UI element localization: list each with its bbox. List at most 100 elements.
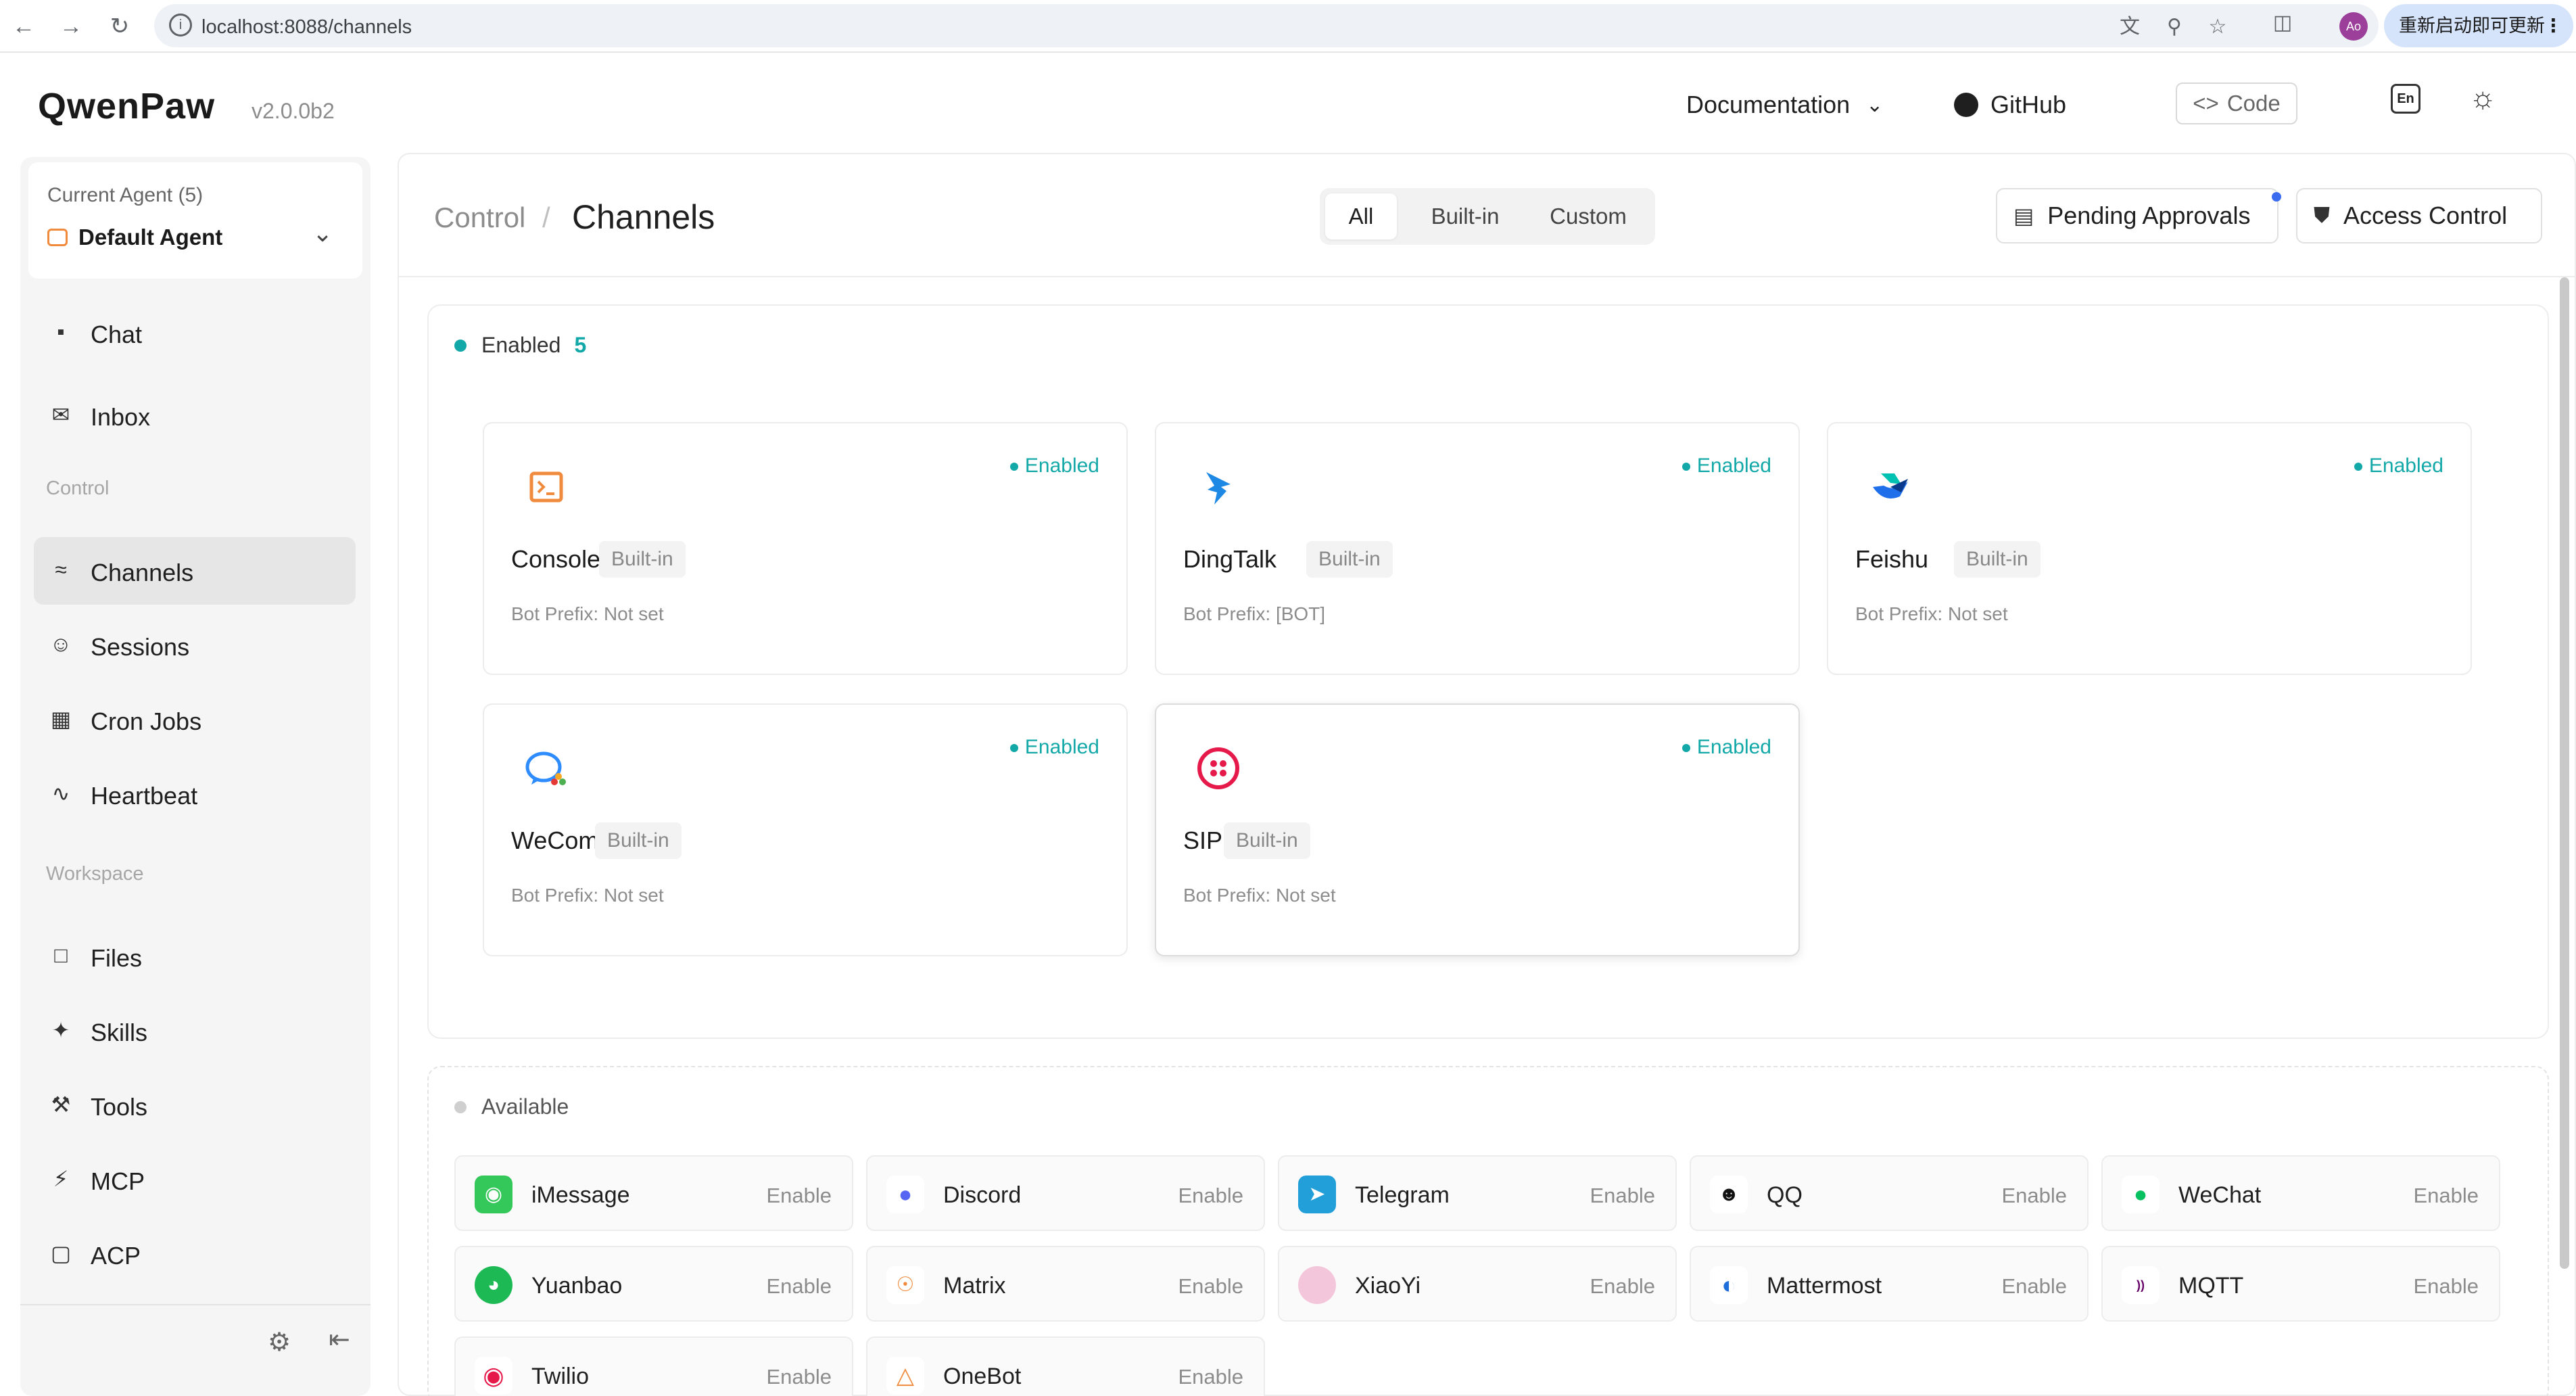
channel-name: iMessage: [531, 1182, 630, 1208]
breadcrumb-parent[interactable]: Control: [434, 202, 525, 234]
available-channel-xiaoyi[interactable]: XiaoYi Enable: [1278, 1246, 1677, 1322]
app-logo[interactable]: QwenPaw: [38, 85, 215, 127]
shield-icon: ⛊: [2314, 203, 2331, 227]
translate-icon[interactable]: 文: [2115, 12, 2145, 42]
folder-icon: □: [54, 943, 68, 967]
enable-button[interactable]: Enable: [766, 1184, 832, 1208]
bot-prefix: Bot Prefix: Not set: [511, 885, 664, 906]
enable-button[interactable]: Enable: [1590, 1184, 1655, 1208]
available-channel-matrix[interactable]: ☉ Matrix Enable: [866, 1246, 1265, 1322]
sidebar: Current Agent (5) Default Agent ⌄ ▪ Chat…: [20, 157, 371, 1396]
robot-icon: [47, 229, 68, 246]
available-channel-telegram[interactable]: ➤ Telegram Enable: [1278, 1155, 1677, 1231]
enable-button[interactable]: Enable: [766, 1274, 832, 1299]
channel-type-tag: Built-in: [595, 822, 682, 859]
profile-avatar[interactable]: Ao: [2339, 12, 2368, 41]
access-control-button[interactable]: ⛊ Access Control: [2296, 188, 2542, 243]
code-label: Code: [2226, 91, 2281, 116]
sidebar-item-sessions[interactable]: ☺ Sessions: [34, 611, 356, 679]
zoom-icon[interactable]: ⚲: [2160, 12, 2189, 42]
github-link[interactable]: GitHub: [1954, 91, 2066, 119]
sidebar-item-label: MCP: [91, 1167, 145, 1195]
main-content: Control / Channels All Built-in Custom ▤…: [398, 153, 2576, 1396]
channel-name: Telegram: [1355, 1182, 1450, 1208]
version-label: v2.0.0b2: [252, 99, 335, 123]
channel-card-dingtalk[interactable]: Enabled DingTalk Built-in Bot Prefix: [B…: [1155, 422, 1800, 675]
available-channel-mattermost[interactable]: ◐ Mattermost Enable: [1690, 1246, 2089, 1322]
sidebar-item-files[interactable]: □ Files: [34, 923, 356, 990]
mqtt-icon: )): [2122, 1266, 2160, 1304]
enable-button[interactable]: Enable: [2413, 1184, 2479, 1208]
available-channel-onebot[interactable]: △ OneBot Enable: [866, 1336, 1265, 1396]
scrollbar[interactable]: [2560, 277, 2569, 1269]
enable-button[interactable]: Enable: [2001, 1184, 2067, 1208]
enable-button[interactable]: Enable: [1178, 1365, 1243, 1389]
available-channel-imessage[interactable]: ◉ iMessage Enable: [454, 1155, 853, 1231]
available-label: Available: [481, 1094, 569, 1119]
enable-button[interactable]: Enable: [766, 1365, 832, 1389]
collapse-sidebar-icon[interactable]: ⇤: [329, 1324, 350, 1355]
enable-button[interactable]: Enable: [1178, 1184, 1243, 1208]
access-control-label: Access Control: [2343, 202, 2508, 229]
pulse-icon: ∿: [51, 781, 70, 806]
bookmark-star-icon[interactable]: ☆: [2203, 12, 2233, 42]
users-icon: ☺: [49, 632, 72, 656]
language-toggle[interactable]: En: [2391, 84, 2420, 114]
channel-card-wecom[interactable]: Enabled WeCom Built-in Bot Prefix: Not s…: [483, 703, 1128, 956]
documentation-menu[interactable]: Documentation ⌄: [1686, 91, 1883, 119]
sidebar-divider: [20, 1304, 371, 1305]
available-channel-qq[interactable]: ☻ QQ Enable: [1690, 1155, 2089, 1231]
extensions-icon[interactable]: ◫: [2268, 8, 2297, 38]
channel-name: XiaoYi: [1355, 1273, 1421, 1299]
sidebar-item-heartbeat[interactable]: ∿ Heartbeat: [34, 760, 356, 828]
channel-name: SIP: [1183, 827, 1223, 854]
sidebar-item-tools[interactable]: ⚒ Tools: [34, 1071, 356, 1139]
dingtalk-icon: [1206, 472, 1231, 505]
chevron-down-icon: ⌄: [312, 219, 333, 247]
enabled-heading: Enabled 5: [454, 333, 586, 358]
available-channel-yuanbao[interactable]: ◕ Yuanbao Enable: [454, 1246, 853, 1322]
sidebar-item-inbox[interactable]: ✉ Inbox: [34, 381, 356, 449]
sidebar-item-mcp[interactable]: ⚡ MCP: [34, 1146, 356, 1213]
sidebar-item-skills[interactable]: ✦ Skills: [34, 997, 356, 1065]
available-channel-mqtt[interactable]: )) MQTT Enable: [2101, 1246, 2500, 1322]
forward-icon[interactable]: →: [54, 9, 88, 43]
agent-selector[interactable]: Current Agent (5) Default Agent ⌄: [28, 162, 362, 279]
channel-name: OneBot: [943, 1364, 1022, 1389]
back-icon[interactable]: ←: [7, 9, 41, 43]
sidebar-item-label: Chat: [91, 321, 143, 348]
pending-approvals-button[interactable]: ▤ Pending Approvals: [1996, 188, 2279, 243]
enable-button[interactable]: Enable: [2413, 1274, 2479, 1299]
channel-card-console[interactable]: Enabled Console Built-in Bot Prefix: Not…: [483, 422, 1128, 675]
sun-icon[interactable]: ☼: [2469, 81, 2496, 115]
kebab-menu-icon[interactable]: ⋮: [2544, 4, 2562, 47]
sidebar-item-acp[interactable]: ▢ ACP: [34, 1220, 356, 1288]
scan-icon: ▢: [50, 1241, 72, 1265]
sidebar-item-channels[interactable]: ≈ Channels: [34, 537, 356, 605]
channel-name: WeChat: [2178, 1182, 2262, 1208]
enable-button[interactable]: Enable: [1178, 1274, 1243, 1299]
documentation-label: Documentation: [1686, 91, 1851, 118]
channel-card-sip[interactable]: Enabled SIP Built-in Bot Prefix: Not set: [1155, 703, 1800, 956]
sidebar-item-cron-jobs[interactable]: ▦ Cron Jobs: [34, 686, 356, 753]
available-channel-twilio[interactable]: ◉ Twilio Enable: [454, 1336, 853, 1396]
qq-icon: ☻: [1710, 1176, 1748, 1213]
enable-button[interactable]: Enable: [1590, 1274, 1655, 1299]
sidebar-item-chat[interactable]: ▪ Chat: [34, 299, 356, 367]
sidebar-item-label: Cron Jobs: [91, 707, 202, 735]
available-channel-discord[interactable]: ● Discord Enable: [866, 1155, 1265, 1231]
filter-built-in[interactable]: Built-in: [1408, 193, 1523, 239]
filter-all[interactable]: All: [1325, 193, 1397, 239]
address-bar[interactable]: i localhost:8088/channels 文 ⚲ ☆: [154, 4, 2379, 47]
gear-icon[interactable]: ⚙: [268, 1327, 291, 1357]
twilio-icon: ◉: [475, 1357, 512, 1395]
available-channel-wechat[interactable]: ● WeChat Enable: [2101, 1155, 2500, 1231]
filter-custom[interactable]: Custom: [1531, 193, 1646, 239]
enable-button[interactable]: Enable: [2001, 1274, 2067, 1299]
channel-card-feishu[interactable]: Enabled Feishu Built-in Bot Prefix: Not …: [1827, 422, 2472, 675]
info-icon[interactable]: i: [169, 14, 192, 37]
update-button[interactable]: 重新启动即可更新 ⋮: [2384, 4, 2573, 47]
reload-icon[interactable]: ↻: [103, 9, 137, 43]
code-button[interactable]: <> Code: [2176, 83, 2297, 124]
channel-name: Discord: [943, 1182, 1022, 1208]
